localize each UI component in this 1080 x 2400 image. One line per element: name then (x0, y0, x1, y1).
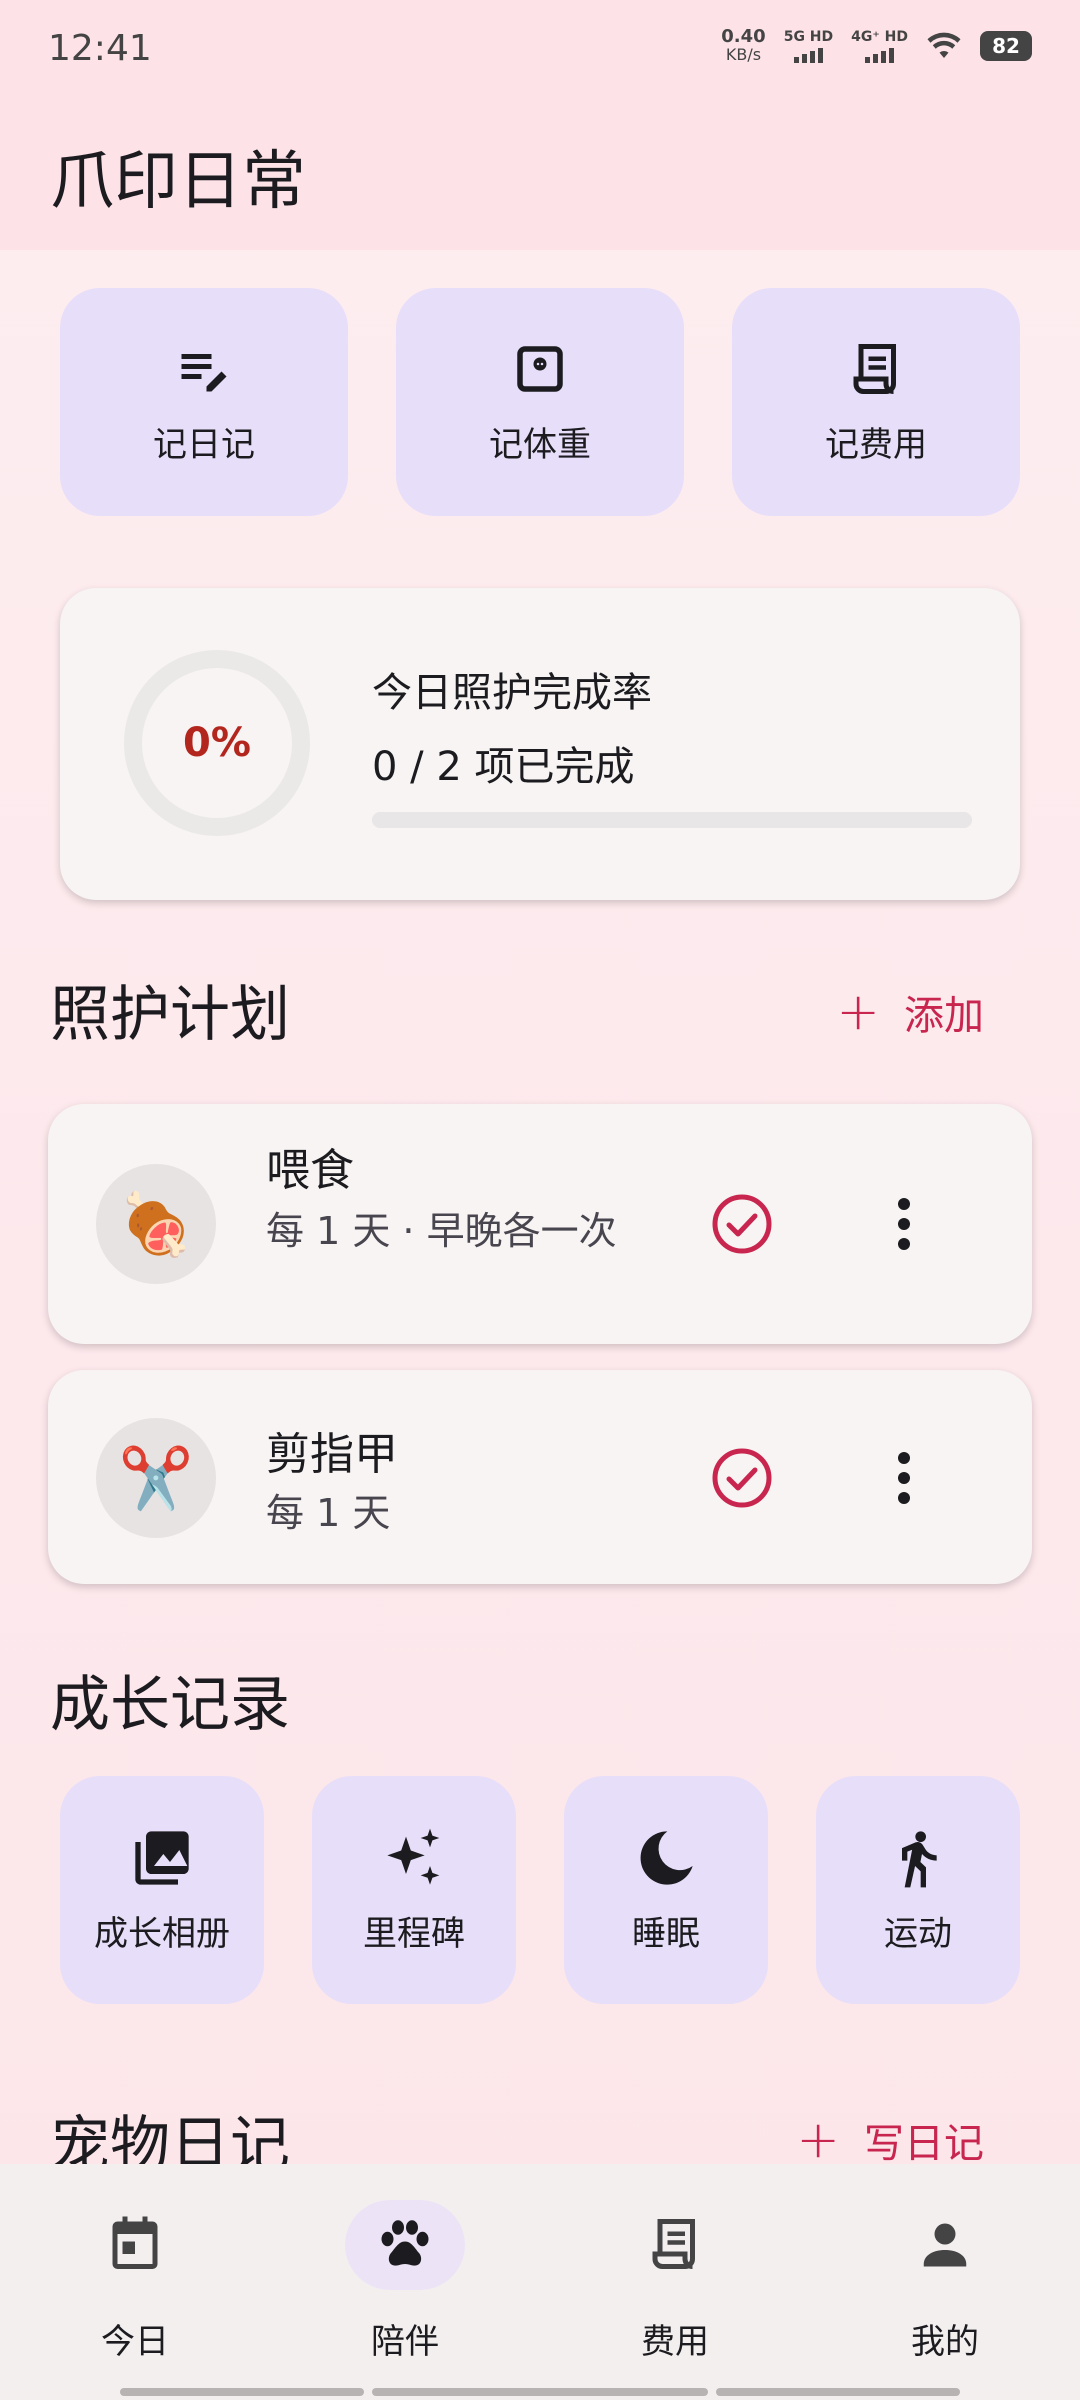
milestone-button[interactable]: 里程碑 (312, 1776, 516, 2004)
more-vert-icon[interactable] (884, 1192, 924, 1256)
receipt-icon (652, 2219, 695, 2269)
quick-action-label: 记日记 (153, 424, 255, 465)
receipt-icon (853, 343, 896, 394)
calendar-icon (112, 2216, 158, 2269)
photo-library-icon (135, 1830, 189, 1885)
status-icons: 0.40 KB/s 5G HD 4G⁺ HD 82 (721, 28, 1032, 64)
growth-tile-label: 运动 (884, 1913, 952, 1954)
growth-album-button[interactable]: 成长相册 (60, 1776, 264, 2004)
care-plan-title: 照护计划 (50, 980, 290, 1050)
growth-tile-label: 里程碑 (363, 1913, 465, 1954)
nav-item-companion[interactable]: 陪伴 (270, 2164, 540, 2400)
quick-action-diary-button[interactable]: 记日记 (60, 288, 348, 516)
nav-item-today[interactable]: 今日 (0, 2164, 270, 2400)
status-time: 12:41 (48, 28, 152, 69)
app-title: 爪印日常 (50, 145, 306, 219)
net-speed-value: 0.40 (721, 26, 766, 47)
growth-title: 成长记录 (50, 1670, 290, 1740)
top-app-bar: 12:41 0.40 KB/s 5G HD 4G⁺ HD 82 爪印日常 (0, 0, 1080, 250)
nav-item-me[interactable]: 我的 (810, 2164, 1080, 2400)
plan-name: 喂食 (266, 1145, 354, 1196)
signal-5g-icon: 5G HD (784, 30, 833, 63)
progress-title: 今日照护完成率 (372, 670, 652, 716)
gesture-bar (120, 2388, 364, 2396)
quick-action-expense-button[interactable]: 记费用 (732, 288, 1020, 516)
care-plan-item-feeding[interactable]: 🍖 喂食 每 1 天 · 早晚各一次 (48, 1104, 1032, 1344)
gesture-bar (372, 2388, 708, 2396)
sim1-label: 5G HD (783, 28, 834, 45)
quick-actions: 记日记 记体重 记费用 (60, 288, 1020, 516)
meat-icon: 🍖 (96, 1164, 216, 1284)
edit-note-icon (181, 353, 227, 391)
scale-icon (517, 345, 563, 392)
walking-icon (902, 1830, 937, 1887)
write-diary-button[interactable]: + 写日记 (796, 2110, 984, 2170)
plus-icon: + (836, 982, 880, 1042)
care-plan-item-nail-trim[interactable]: ✂️ 剪指甲 每 1 天 (48, 1370, 1032, 1584)
gesture-bar (716, 2388, 960, 2396)
moon-icon (640, 1830, 693, 1885)
quick-action-label: 记体重 (489, 424, 591, 465)
sleep-button[interactable]: 睡眠 (564, 1776, 768, 2004)
more-vert-icon[interactable] (884, 1446, 924, 1510)
nav-label: 费用 (641, 2322, 709, 2362)
wifi-icon (927, 32, 961, 58)
quick-action-label: 记费用 (825, 424, 927, 465)
exercise-button[interactable]: 运动 (816, 1776, 1020, 2004)
person-icon (923, 2223, 967, 2267)
nav-label: 我的 (911, 2322, 979, 2362)
growth-tile-label: 睡眠 (632, 1913, 700, 1954)
nav-label: 陪伴 (371, 2322, 439, 2362)
plan-name: 剪指甲 (266, 1429, 398, 1480)
plan-frequency: 每 1 天 · 早晚各一次 (266, 1209, 617, 1253)
net-speed: 0.40 KB/s (721, 28, 765, 64)
growth-tile-label: 成长相册 (94, 1913, 230, 1954)
add-plan-label: 添加 (904, 993, 984, 1039)
battery-icon: 82 (980, 31, 1032, 61)
nav-item-expenses[interactable]: 费用 (540, 2164, 810, 2400)
complete-check-button[interactable] (710, 1192, 774, 1256)
plan-frequency: 每 1 天 (266, 1491, 391, 1535)
battery-level: 82 (992, 34, 1020, 58)
progress-percent: 0% (183, 720, 251, 766)
bottom-navigation: 今日 陪伴 费用 我的 (0, 2164, 1080, 2400)
progress-bar (372, 812, 972, 828)
care-progress-card: 0% 今日照护完成率 0 / 2 项已完成 (60, 588, 1020, 900)
signal-4g-icon: 4G⁺ HD (851, 30, 908, 63)
net-speed-unit: KB/s (725, 45, 762, 64)
add-plan-button[interactable]: + 添加 (836, 982, 984, 1042)
paw-icon (381, 2220, 429, 2266)
progress-summary: 0 / 2 项已完成 (372, 744, 635, 790)
growth-tiles: 成长相册 里程碑 睡眠 运动 (60, 1776, 1020, 2004)
plus-icon: + (796, 2110, 840, 2170)
scissors-icon: ✂️ (96, 1418, 216, 1538)
sim2-label: 4G⁺ HD (851, 28, 908, 45)
complete-check-button[interactable] (710, 1446, 774, 1510)
sparkle-icon (387, 1828, 440, 1885)
write-diary-label: 写日记 (864, 2121, 984, 2167)
quick-action-weight-button[interactable]: 记体重 (396, 288, 684, 516)
nav-label: 今日 (101, 2322, 169, 2362)
